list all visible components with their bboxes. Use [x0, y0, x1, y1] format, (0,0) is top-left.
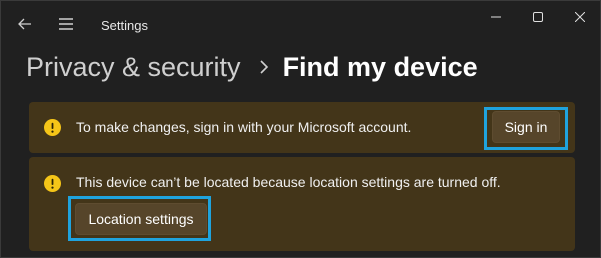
breadcrumb-parent-link[interactable]: Privacy & security	[26, 52, 241, 83]
back-button[interactable]	[10, 9, 40, 39]
sign-in-button[interactable]: Sign in	[492, 111, 560, 143]
title-bar: Settings	[1, 1, 600, 49]
hamburger-menu-icon	[59, 18, 73, 30]
breadcrumb: Privacy & security Find my device	[26, 47, 478, 87]
navigation-menu-button[interactable]	[51, 9, 81, 39]
app-title: Settings	[101, 18, 148, 33]
warning-icon	[44, 119, 61, 136]
location-message: This device can’t be located because loc…	[76, 174, 501, 190]
back-arrow-icon	[18, 18, 31, 30]
maximize-icon	[533, 12, 543, 22]
settings-window: Settings Privacy & security Find my devi…	[0, 0, 601, 258]
location-info-bar: This device can’t be located because loc…	[29, 157, 575, 251]
warning-icon	[44, 175, 61, 192]
chevron-right-icon	[259, 60, 269, 74]
minimize-button[interactable]	[476, 5, 516, 29]
sign-in-message: To make changes, sign in with your Micro…	[76, 119, 412, 135]
sign-in-info-bar: To make changes, sign in with your Micro…	[29, 102, 575, 153]
close-icon	[575, 12, 585, 22]
close-button[interactable]	[560, 5, 600, 29]
location-settings-button[interactable]: Location settings	[75, 203, 207, 235]
maximize-button[interactable]	[518, 5, 558, 29]
minimize-icon	[491, 16, 501, 18]
page-title: Find my device	[282, 51, 478, 82]
